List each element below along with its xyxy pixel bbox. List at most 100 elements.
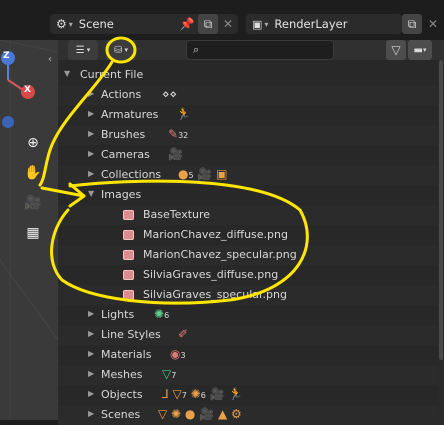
axis-x-label: X — [24, 85, 31, 95]
image-icon — [123, 250, 134, 260]
tree-item-label: Cameras — [101, 148, 150, 161]
tree-item-label: Materials — [101, 348, 152, 361]
camera-view-icon[interactable]: 🎥 — [20, 190, 46, 216]
root-label: Current File — [80, 68, 144, 81]
expand-arrow-icon[interactable]: ▶ — [88, 149, 94, 158]
material-icon: ◉3 — [170, 347, 186, 361]
collection-count: 5 — [188, 171, 194, 180]
image-name: MarionChavez_specular.png — [143, 248, 297, 261]
mesh-icon: ▽7 — [162, 367, 177, 381]
expand-arrow-icon[interactable]: ▶ — [88, 389, 94, 398]
scrollbar-thumb[interactable] — [439, 60, 443, 360]
chevron-down-icon: ▾ — [124, 46, 128, 54]
tree-item-cameras[interactable]: ▶ Cameras 🎥 — [58, 145, 444, 165]
chevron-down-icon: ▾ — [264, 19, 269, 29]
close-view-layer-icon[interactable]: ✕ — [424, 14, 442, 34]
filter-icon[interactable]: ▽ — [386, 40, 406, 60]
scene-icon: ⚙ — [56, 17, 67, 31]
material-count: 3 — [180, 351, 186, 360]
image-name: BaseTexture — [143, 208, 211, 221]
tree-item-objects[interactable]: ▶ Objects ⅃ ▽7 ✺6 🎥 🏃 — [58, 385, 444, 405]
axis-z-label: Z — [3, 51, 10, 61]
tree-item-label: Lights — [101, 308, 135, 321]
expand-arrow-icon[interactable]: ▶ — [88, 329, 94, 338]
tree-item-line-styles[interactable]: ▶ Line Styles ✐ — [58, 325, 444, 345]
expand-arrow-icon[interactable]: ▶ — [88, 109, 94, 118]
collapse-arrow-icon[interactable]: ▼ — [88, 189, 94, 198]
image-icon — [123, 230, 134, 240]
tree-item-label: Collections — [101, 168, 162, 181]
display-mode-dropdown[interactable]: ☰ ▾ — [68, 40, 98, 60]
expand-arrow-icon[interactable]: ▶ — [88, 89, 94, 98]
image-name: SilviaGraves_specular.png — [143, 288, 287, 301]
3d-viewport-edge[interactable]: Z X ‹ ⊕ ✋ 🎥 ▦ — [0, 40, 58, 420]
armature-icon: 🏃 — [176, 107, 191, 121]
view-layer-name: RenderLayer — [274, 17, 348, 31]
hand-pan-icon[interactable]: ✋ — [20, 160, 46, 186]
tree-item-label: Brushes — [101, 128, 146, 141]
mesh-count: 7 — [171, 371, 177, 380]
expand-arrow-icon[interactable]: ▼ — [64, 69, 70, 78]
new-folder-dropdown[interactable]: ▬ ▾ — [408, 40, 432, 60]
perspective-grid-icon[interactable]: ▦ — [20, 220, 46, 246]
search-icon: ⌕ — [193, 43, 200, 56]
scene-icons: ▽ ✺ ● 🎥 ▲ ⚙ — [158, 407, 242, 421]
new-scene-button[interactable]: ⧉ — [198, 14, 218, 34]
tree-item-collections[interactable]: ▶ Collections ●5 🎥 ▣ — [58, 165, 444, 185]
tree-item-label: Images — [101, 188, 142, 201]
search-input[interactable]: ⌕ — [186, 40, 334, 60]
light-count: 6 — [164, 311, 170, 320]
zoom-icon[interactable]: ⊕ — [20, 130, 46, 156]
image-name: SilviaGraves_diffuse.png — [143, 268, 279, 281]
folder-icon: ▬ — [413, 44, 423, 56]
tree-item-meshes[interactable]: ▶ Meshes ▽7 — [58, 365, 444, 385]
tree-item-scenes[interactable]: ▶ Scenes ▽ ✺ ● 🎥 ▲ ⚙ — [58, 405, 444, 425]
expand-arrow-icon[interactable]: ▶ — [88, 309, 94, 318]
image-icon — [123, 210, 134, 220]
tree-root-current-file[interactable]: ▼ Current File — [58, 65, 444, 85]
collection-icons: ●5 🎥 ▣ — [178, 167, 228, 181]
outliner-header: ☰ ▾ ⛁ ▾ ⌕ ▽ ▬ ▾ — [58, 40, 444, 60]
tree-item-lights[interactable]: ▶ Lights ✺6 — [58, 305, 444, 325]
list-icon: ☰ — [75, 44, 85, 56]
tree-item-armatures[interactable]: ▶ Armatures 🏃 — [58, 105, 444, 125]
tree-item-label: Objects — [101, 388, 143, 401]
tree-item-label: Meshes — [101, 368, 143, 381]
tree-item-actions[interactable]: ▶ Actions ⋄⋄ — [58, 85, 444, 105]
view-layer-icon: ▣ — [252, 17, 263, 31]
chevron-down-icon: ▾ — [422, 46, 427, 54]
tree-item-images[interactable]: ▼ Images — [58, 185, 444, 205]
image-row[interactable]: SilviaGraves_specular.png — [58, 285, 444, 305]
camera-icon: 🎥 — [168, 147, 183, 161]
image-row[interactable]: MarionChavez_specular.png — [58, 245, 444, 265]
tree-item-brushes[interactable]: ▶ Brushes ✎32 — [58, 125, 444, 145]
expand-arrow-icon[interactable]: ▶ — [88, 349, 94, 358]
image-icon — [123, 290, 134, 300]
outliner-scrollbar[interactable] — [438, 60, 444, 420]
tree-item-materials[interactable]: ▶ Materials ◉3 — [58, 345, 444, 365]
image-name: MarionChavez_diffuse.png — [143, 228, 288, 241]
light-icon: ✺6 — [154, 307, 170, 321]
image-row[interactable]: BaseTexture — [58, 205, 444, 225]
expand-arrow-icon[interactable]: ▶ — [88, 369, 94, 378]
image-row[interactable]: MarionChavez_diffuse.png — [58, 225, 444, 245]
image-icon — [123, 270, 134, 280]
close-scene-icon[interactable]: ✕ — [220, 14, 236, 34]
chevron-down-icon: ▾ — [68, 19, 73, 29]
chevron-down-icon: ▾ — [86, 46, 91, 54]
top-header: ⚙ ▾ Scene 📌 ⧉ ✕ ▣ ▾ RenderLayer ⧉ ✕ — [0, 0, 444, 40]
expand-arrow-icon[interactable]: ▶ — [88, 169, 94, 178]
filter-type-dropdown[interactable]: ⛁ ▾ — [106, 40, 136, 60]
object-count: 7 — [181, 391, 187, 400]
new-view-layer-button[interactable]: ⧉ — [402, 14, 422, 34]
expand-arrow-icon[interactable]: ▶ — [88, 409, 94, 418]
image-row[interactable]: SilviaGraves_diffuse.png — [58, 265, 444, 285]
tree-item-label: Actions — [101, 88, 142, 101]
brush-icon: ✎32 — [168, 127, 189, 141]
expand-arrow-icon[interactable]: ▶ — [88, 129, 94, 138]
collapse-arrow-icon[interactable]: ‹ — [48, 54, 52, 65]
view-layer-selector[interactable]: ▣ ▾ RenderLayer — [246, 14, 402, 34]
pin-icon[interactable]: 📌 — [178, 14, 196, 34]
tree-item-label: Scenes — [101, 408, 141, 421]
blend-file-icon: ⛁ — [114, 44, 123, 56]
